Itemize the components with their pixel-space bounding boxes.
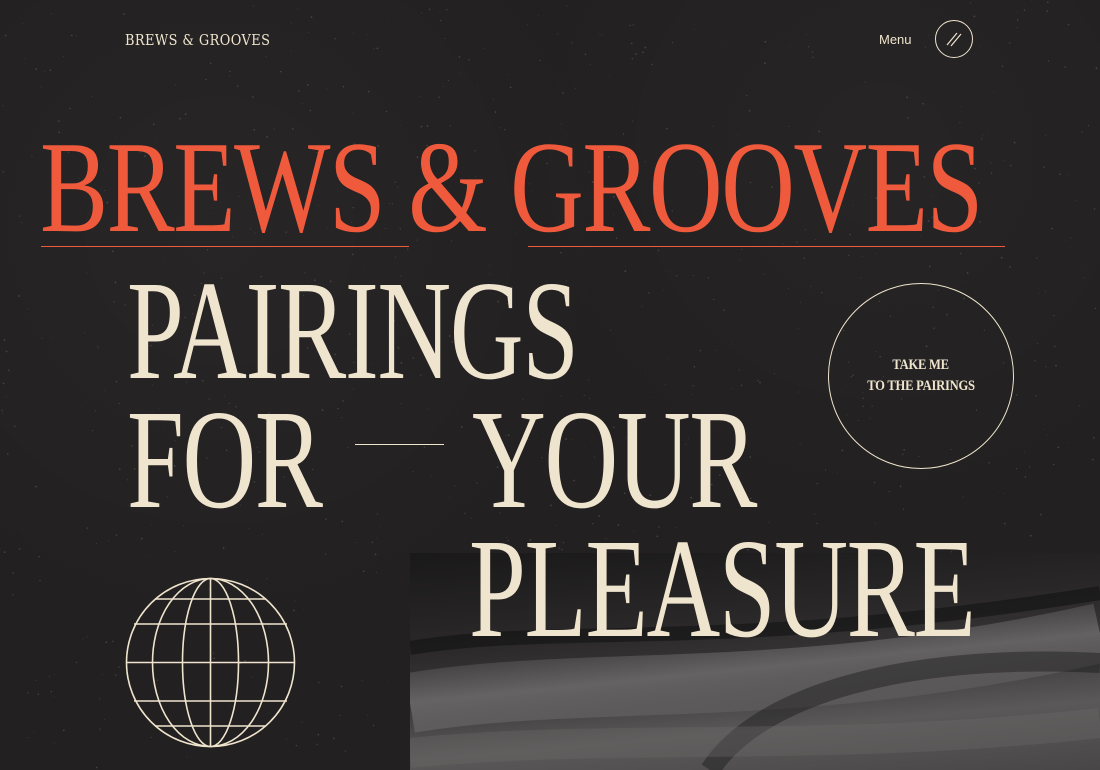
title-underline-left (41, 246, 409, 247)
hero-title: BREWS & GROOVES (40, 115, 983, 260)
cta-line-1: TAKE ME (892, 357, 950, 373)
hero-line-pleasure: PLEASURE (469, 509, 976, 667)
double-slash-icon (946, 32, 962, 47)
site-logo[interactable]: BREWS & GROOVES (125, 31, 270, 49)
wireframe-globe-icon (125, 577, 296, 748)
hero-dash (355, 444, 444, 445)
title-underline-right (528, 246, 1005, 247)
hero-line-for: FOR (127, 380, 323, 538)
menu-label[interactable]: Menu (879, 32, 912, 47)
menu-button[interactable] (935, 20, 973, 58)
cta-line-2: TO THE PAIRINGS (867, 378, 975, 394)
landing-page: BREWS & GROOVES Menu BREWS & GROOVES PAI… (0, 0, 1100, 770)
take-me-to-pairings-button[interactable]: TAKE ME TO THE PAIRINGS (828, 283, 1014, 469)
